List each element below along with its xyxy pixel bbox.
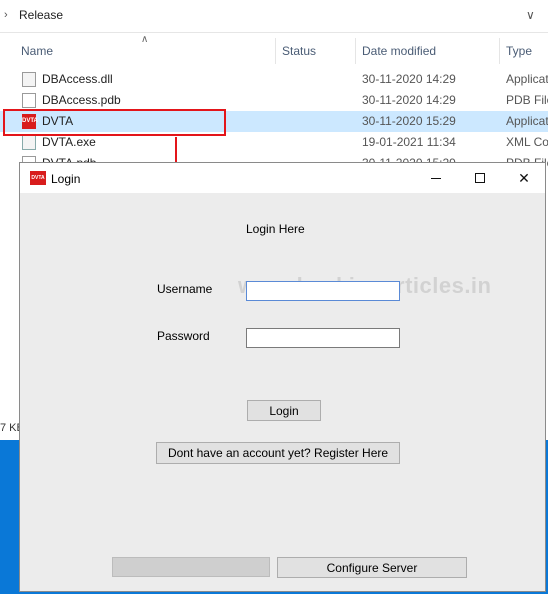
dll-file-icon — [22, 72, 36, 87]
column-name[interactable]: Name — [21, 44, 53, 58]
maximize-icon — [475, 173, 485, 183]
file-name: DVTA.exe — [42, 135, 96, 149]
file-date: 30-11-2020 14:29 — [362, 93, 456, 107]
chevron-right-icon[interactable]: › — [4, 9, 8, 21]
file-row[interactable]: DBAccess.pdb 30-11-2020 14:29 PDB File — [0, 90, 548, 111]
file-type: PDB File — [506, 93, 548, 107]
close-button[interactable]: ✕ — [501, 163, 547, 193]
username-input[interactable] — [246, 281, 400, 301]
address-bar[interactable]: › Release ∨ — [0, 0, 548, 33]
file-date: 30-11-2020 15:29 — [362, 114, 456, 128]
folder-title: Release — [19, 8, 64, 22]
column-header: ∧ Name Status Date modified Type — [0, 34, 548, 64]
file-type: XML Co — [506, 135, 548, 149]
column-status[interactable]: Status — [282, 44, 316, 58]
window-title: Login — [51, 172, 81, 186]
minimize-button[interactable] — [413, 163, 459, 193]
file-type: Applicat — [506, 114, 548, 128]
file-type: Applicat — [506, 72, 548, 86]
config-file-icon — [22, 135, 36, 150]
column-divider[interactable] — [499, 38, 500, 64]
column-date-modified[interactable]: Date modified — [362, 44, 436, 58]
login-heading: Login Here — [246, 222, 305, 236]
column-type[interactable]: Type — [506, 44, 532, 58]
document-file-icon — [22, 93, 36, 108]
close-icon: ✕ — [518, 170, 530, 186]
progress-bar — [112, 557, 270, 577]
annotation-highlight-box — [3, 109, 226, 136]
dvta-app-icon: DVTA — [30, 171, 46, 185]
column-divider[interactable] — [355, 38, 356, 64]
minimize-icon — [431, 178, 441, 179]
title-bar[interactable]: DVTA Login ✕ — [20, 163, 545, 193]
file-row[interactable]: DBAccess.dll 30-11-2020 14:29 Applicat — [0, 69, 548, 90]
file-name: DBAccess.pdb — [42, 93, 121, 107]
login-button[interactable]: Login — [247, 400, 321, 421]
password-input[interactable] — [246, 328, 400, 348]
file-date: 19-01-2021 11:34 — [362, 135, 456, 149]
configure-server-button[interactable]: Configure Server — [277, 557, 467, 578]
username-label: Username — [157, 282, 213, 296]
file-date: 30-11-2020 14:29 — [362, 72, 456, 86]
login-window: DVTA Login ✕ Login Here www.hackingartic… — [19, 162, 546, 592]
column-divider[interactable] — [275, 38, 276, 64]
password-label: Password — [157, 329, 210, 343]
maximize-button[interactable] — [457, 163, 503, 193]
register-button[interactable]: Dont have an account yet? Register Here — [156, 442, 400, 464]
sort-ascending-icon: ∧ — [141, 34, 149, 45]
chevron-down-icon[interactable]: ∨ — [526, 8, 535, 22]
file-name: DBAccess.dll — [42, 72, 113, 86]
